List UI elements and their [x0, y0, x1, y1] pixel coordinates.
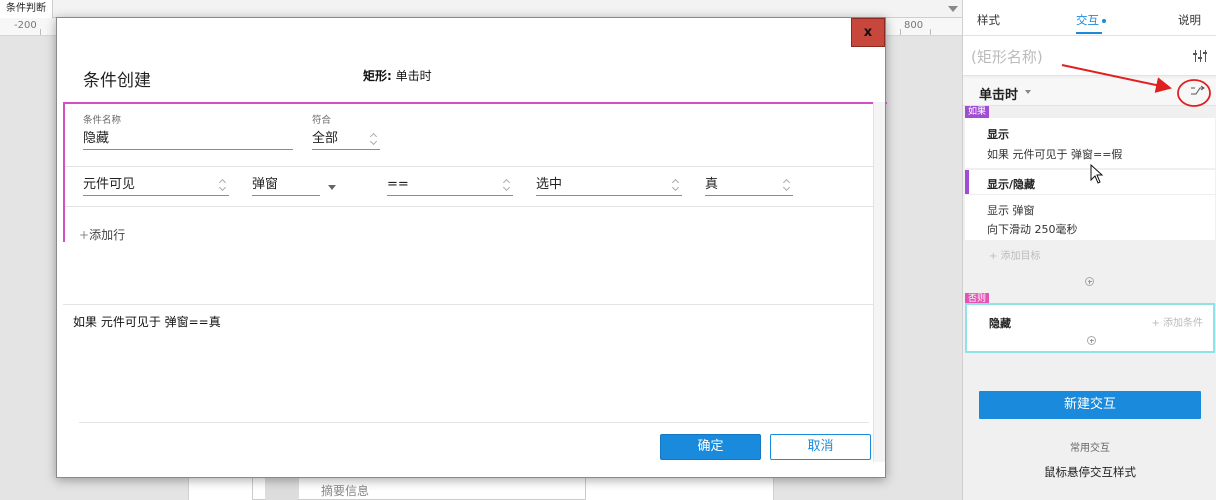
plus-icon: + [79, 228, 90, 242]
subtitle-shape: 矩形: [363, 69, 392, 83]
condition-name-input[interactable]: 隐藏 [83, 128, 293, 150]
add-row-label: 添加行 [89, 228, 126, 242]
spin-arrows-icon [672, 178, 680, 192]
new-interaction-button[interactable]: 新建交互 [979, 391, 1201, 419]
ruler-label-right: 800 [904, 20, 924, 31]
spin-arrows-icon [783, 178, 791, 192]
ok-button[interactable]: 确定 [660, 434, 761, 460]
tab-style[interactable]: 样式 [977, 12, 1000, 28]
tab-notes[interactable]: 说明 [1178, 12, 1201, 28]
ruler-tick [930, 29, 931, 35]
rule-target-value: 弹窗 [252, 177, 279, 192]
ruler-tick [40, 29, 41, 35]
action-group-title: 显示/隐藏 [987, 178, 1036, 191]
document-tab-label: 条件判断 [6, 3, 46, 14]
ruler-label-left: -200 [14, 20, 37, 31]
action-marker [965, 170, 969, 194]
rule-target-select[interactable]: 弹窗 [252, 174, 320, 196]
rule-value-type-select[interactable]: 选中 [536, 174, 682, 196]
active-tab-indicator [1076, 32, 1102, 34]
rule-operator-value: == [387, 177, 409, 192]
spin-arrows-icon [219, 178, 227, 192]
shape-name-field[interactable]: (矩形名称) [963, 36, 1216, 76]
add-action-icon[interactable] [1087, 336, 1096, 345]
rule-subject-select[interactable]: 元件可见 [83, 174, 229, 196]
action-detail: 显示 弹窗 [987, 204, 1035, 217]
event-title: 单击时 [979, 88, 1019, 103]
chevron-down-icon[interactable] [328, 185, 336, 190]
tab-interaction[interactable]: 交互 [1076, 12, 1106, 28]
common-interactions-label: 常用交互 [1070, 443, 1110, 454]
divider [965, 194, 1215, 195]
sliders-icon[interactable] [1193, 50, 1207, 62]
document-tab-strip: 条件判断 [0, 0, 962, 18]
summary-info-label: 摘要信息 [321, 484, 370, 498]
action-detail: 向下滑动 250毫秒 [987, 223, 1078, 236]
close-button[interactable]: x [851, 18, 885, 47]
add-row-button[interactable]: +添加行 [79, 226, 125, 243]
spin-arrows-icon [370, 132, 378, 146]
tab-interaction-label: 交互 [1076, 13, 1099, 27]
divider [65, 206, 875, 207]
divider [65, 166, 875, 167]
cancel-button[interactable]: 取消 [770, 434, 871, 460]
case-condition: 如果 元件可见于 弹窗==假 [987, 148, 1123, 161]
dialog-subtitle: 矩形: 单击时 [363, 67, 432, 84]
rule-operator-select[interactable]: == [387, 174, 513, 196]
inspector-tabs: 样式 交互 说明 [963, 0, 1216, 36]
else-card[interactable]: 隐藏 + 添加条件 [965, 303, 1215, 353]
rule-subject-value: 元件可见 [83, 177, 136, 192]
event-header[interactable]: 单击时 [963, 78, 1216, 106]
condition-panel: 条件名称 隐藏 符合 全部 元件可见 弹窗 == 选中 真 +添加行 [63, 102, 887, 242]
case-title: 显示 [987, 128, 1009, 141]
add-target-button[interactable]: + 添加目标 [989, 247, 1041, 262]
condition-builder-dialog: x 条件创建 矩形: 单击时 条件名称 隐藏 符合 全部 元件可见 弹窗 == … [56, 17, 887, 478]
match-select[interactable]: 全部 [312, 128, 380, 150]
spin-arrows-icon [503, 178, 511, 192]
divider [79, 422, 869, 423]
add-condition-button[interactable]: + 添加条件 [1151, 314, 1203, 329]
document-tab[interactable]: 条件判断 [0, 0, 53, 18]
match-value: 全部 [312, 131, 339, 146]
interaction-panel: 样式 交互 说明 (矩形名称) 单击时 如果 显示 如果 元件可见于 弹窗==假… [962, 0, 1216, 500]
active-dot-icon [1102, 18, 1106, 23]
caret-down-icon[interactable] [1025, 90, 1031, 94]
hover-style-interaction[interactable]: 鼠标悬停交互样式 [963, 464, 1216, 480]
condition-summary-area: 如果 元件可见于 弹窗==真 [63, 304, 875, 404]
ruler-tick [900, 29, 901, 35]
shape-name-placeholder: (矩形名称) [971, 48, 1043, 66]
rule-value-select[interactable]: 真 [705, 174, 793, 196]
case-card-show[interactable]: 显示 如果 元件可见于 弹窗==假 [965, 118, 1215, 168]
mouse-cursor-icon [1090, 164, 1104, 184]
rule-value-type-value: 选中 [536, 177, 563, 192]
dialog-title: 条件创建 [83, 71, 151, 91]
if-tag: 如果 [965, 106, 990, 118]
tab-overflow-arrow-icon[interactable] [948, 6, 958, 12]
shuffle-icon[interactable] [1191, 85, 1205, 97]
add-case-icon[interactable] [1085, 277, 1094, 286]
rule-value-value: 真 [705, 177, 719, 192]
condition-summary: 如果 元件可见于 弹窗==真 [73, 315, 221, 329]
condition-name-label: 条件名称 [83, 115, 122, 126]
else-case-title: 隐藏 [989, 317, 1011, 330]
match-label: 符合 [312, 115, 332, 126]
subtitle-event: 单击时 [391, 69, 432, 83]
condition-name-value: 隐藏 [83, 131, 110, 146]
scrollbar[interactable] [873, 102, 885, 462]
